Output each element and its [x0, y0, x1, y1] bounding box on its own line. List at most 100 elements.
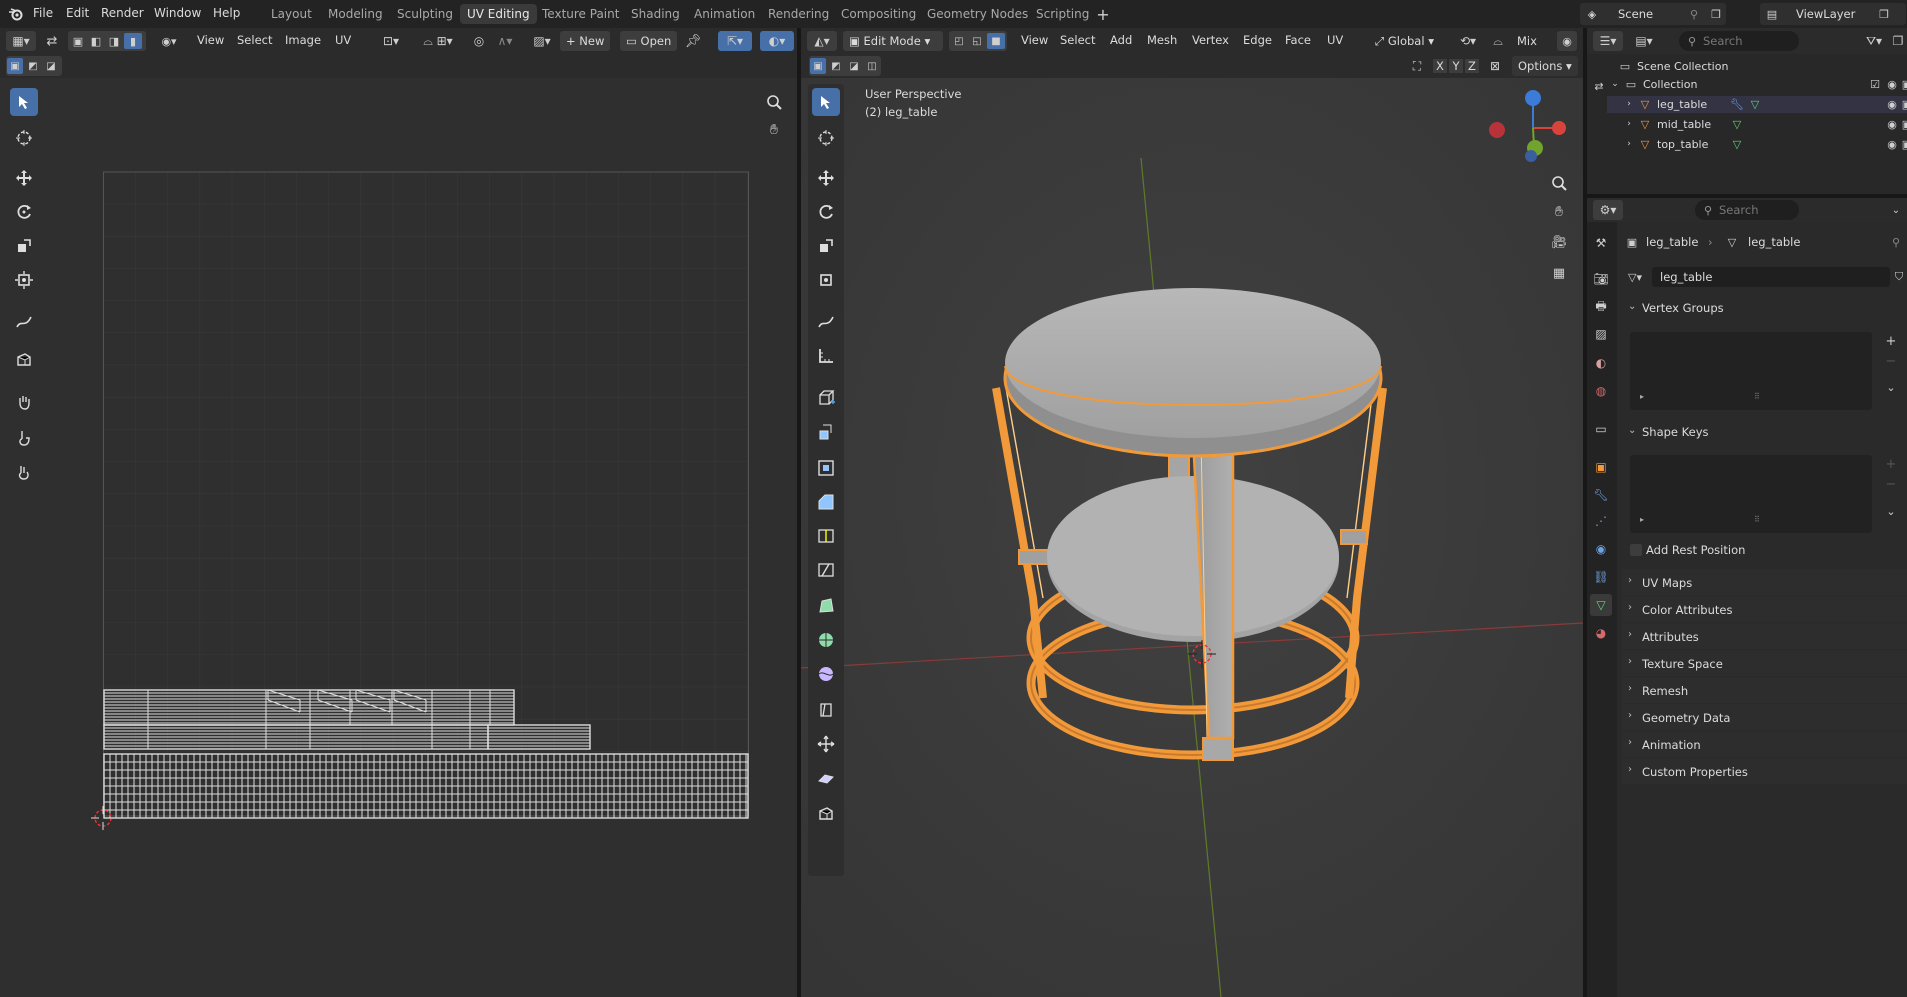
remove-vertex-group-icon[interactable]: −	[1882, 352, 1900, 370]
snap-mix-selector[interactable]: Mix ▾	[1511, 31, 1551, 68]
tab-modeling[interactable]: Modeling	[321, 4, 390, 24]
tool-tab-icon[interactable]: ⚒	[1590, 232, 1612, 254]
outliner-row-top-table[interactable]: › ▽ top_table ▽ ◉ ▣	[1607, 136, 1907, 153]
mirror-icon[interactable]: ⛶	[1407, 56, 1427, 76]
vp-scale-tool-icon[interactable]	[812, 232, 840, 260]
expand-top-table-icon[interactable]: ›	[1621, 136, 1637, 152]
properties-search-input[interactable]: ⚲ Search	[1695, 200, 1799, 220]
vp-bevel-tool-icon[interactable]	[812, 488, 840, 516]
menu-3d-view[interactable]: View	[1021, 33, 1048, 47]
vp-edge-slide-tool-icon[interactable]	[812, 696, 840, 724]
viewport-selection-mode-group[interactable]: ▣ ◩ ◪ ◫	[809, 56, 881, 76]
vp-move-tool-icon[interactable]	[812, 164, 840, 192]
outliner-row-leg-table[interactable]: › ▽ leg_table 🔧︎ ▽ ◉ ▣	[1607, 96, 1907, 113]
menu-help[interactable]: Help	[213, 6, 240, 20]
tab-scripting[interactable]: Scripting	[1029, 4, 1096, 24]
panel-geometry-data[interactable]: › Geometry Data	[1622, 704, 1907, 730]
scene-selector[interactable]: ◈ Scene ⚲ ❐	[1580, 3, 1726, 25]
physics-tab-icon[interactable]: ◉	[1590, 538, 1612, 560]
camera-view-icon[interactable]: 🎥︎	[1548, 231, 1570, 253]
menu-uv-select[interactable]: Select	[237, 33, 272, 47]
snap-icon[interactable]: ⌓ ⊞▾	[412, 31, 464, 51]
orientation-selector[interactable]: ⤢ Global ▾	[1369, 31, 1441, 51]
vp-annotate-tool-icon[interactable]	[812, 308, 840, 336]
island-select-icon[interactable]: ▮	[124, 33, 142, 49]
new-image-button[interactable]: + New	[560, 31, 611, 51]
menu-uv-image[interactable]: Image	[285, 33, 321, 47]
expand-leg-table-icon[interactable]: ›	[1621, 96, 1637, 112]
outliner-search-input[interactable]: ⚲ Search	[1679, 31, 1799, 51]
panel-attributes[interactable]: › Attributes	[1622, 623, 1907, 649]
vp-measure-tool-icon[interactable]	[812, 342, 840, 370]
menu-3d-uv[interactable]: UV	[1327, 33, 1343, 47]
remove-shape-key-icon[interactable]: −	[1882, 475, 1900, 493]
tab-animation[interactable]: Animation	[687, 4, 762, 24]
mesh-data-icon[interactable]: ▽	[1747, 96, 1763, 112]
pivot-icon[interactable]: ⊡▾	[378, 31, 404, 51]
menu-uv-view[interactable]: View	[197, 33, 224, 47]
object-tab-icon[interactable]: ▣	[1590, 456, 1612, 478]
modifiers-tab-icon[interactable]: 🔧︎	[1590, 484, 1612, 506]
panel-remesh[interactable]: › Remesh	[1622, 677, 1907, 703]
add-rest-position-row[interactable]: Add Rest Position	[1630, 541, 1900, 559]
leg-table-eye-icon[interactable]: ◉	[1885, 97, 1899, 111]
collection-visibility-eye-icon[interactable]: ◉	[1885, 77, 1899, 91]
expand-collection-icon[interactable]: ⌄	[1607, 76, 1623, 92]
vp-shrink-fatten-tool-icon[interactable]	[812, 730, 840, 758]
vp-extrude-tool-icon[interactable]	[812, 418, 840, 446]
vertex-select-icon[interactable]: ▣	[70, 33, 86, 49]
sticky-select-icon[interactable]: ◉▾	[152, 31, 186, 51]
uv-selection-mode-group[interactable]: ▣ ◩ ◪	[6, 56, 62, 76]
editor-type-icon[interactable]: ▦▾	[6, 31, 36, 51]
collection-tab-icon[interactable]: ▭	[1590, 418, 1612, 440]
vp-select-box-tool-icon[interactable]	[812, 88, 840, 116]
auto-merge-icon[interactable]: ⊠	[1485, 56, 1505, 76]
list-resize-grip-icon[interactable]: ⠿	[1754, 392, 1760, 401]
outliner-row-mid-table[interactable]: › ▽ mid_table ▽ ◉ ▣	[1607, 116, 1907, 133]
menu-3d-vertex[interactable]: Vertex	[1192, 33, 1229, 47]
proportional-edit-icon[interactable]: ◎	[470, 31, 488, 51]
viewport-subtract-selection-icon[interactable]: ◪	[846, 58, 862, 74]
proportional-edit-toggle-icon[interactable]: ◉	[1557, 31, 1577, 51]
mesh-browse-icon[interactable]: ▽▾	[1624, 269, 1646, 285]
viewport-intersect-selection-icon[interactable]: ◫	[864, 58, 880, 74]
mid-table-camera-icon[interactable]: ▣	[1900, 117, 1907, 131]
outliner-sync-icon[interactable]: ⇄	[1591, 78, 1607, 94]
menu-3d-edge[interactable]: Edge	[1243, 33, 1272, 47]
pin-icon[interactable]: ⚲	[1686, 6, 1702, 22]
menu-3d-mesh[interactable]: Mesh	[1147, 33, 1177, 47]
scene-tab-icon[interactable]: ◐	[1590, 352, 1612, 374]
edge-select-icon[interactable]: ◧	[88, 33, 104, 49]
add-rest-position-checkbox[interactable]	[1630, 544, 1642, 556]
panel-custom-properties[interactable]: › Custom Properties	[1622, 758, 1907, 784]
top-table-camera-icon[interactable]: ▣	[1900, 137, 1907, 151]
filter-icon[interactable]: ⛛▾	[1859, 31, 1889, 51]
mirror-z-toggle[interactable]: Z	[1465, 59, 1479, 73]
tab-texture-paint[interactable]: Texture Paint	[535, 4, 626, 24]
vertex-mode-icon[interactable]: ◰	[951, 33, 967, 49]
viewport-set-selection-icon[interactable]: ▣	[810, 58, 826, 74]
image-browse-icon[interactable]: ▨▾	[528, 31, 556, 51]
subtract-selection-icon[interactable]: ◪	[43, 58, 59, 74]
breadcrumb-pin-icon[interactable]: ⚲	[1888, 234, 1904, 250]
display-mode-icon[interactable]: ▤▾	[1629, 31, 1659, 51]
tab-geometry-nodes[interactable]: Geometry Nodes	[920, 4, 1035, 24]
vertex-groups-list[interactable]: ▸ ⠿	[1630, 332, 1872, 410]
tab-layout[interactable]: Layout	[264, 4, 319, 24]
tab-shading[interactable]: Shading	[624, 4, 687, 24]
gizmo-toggle-icon[interactable]: ⇱▾	[718, 31, 752, 51]
add-workspace-icon[interactable]: +	[1094, 5, 1112, 24]
add-shape-key-icon[interactable]: +	[1882, 455, 1900, 473]
panel-uv-maps[interactable]: › UV Maps	[1622, 569, 1907, 595]
menu-uv-uv[interactable]: UV	[335, 33, 351, 47]
vertex-groups-panel-header[interactable]: ⌄ Vertex Groups	[1622, 296, 1907, 320]
material-tab-icon[interactable]: ◕	[1590, 622, 1612, 644]
mirror-x-toggle[interactable]: X	[1433, 59, 1447, 73]
set-selection-icon[interactable]: ▣	[7, 58, 23, 74]
edge-mode-icon[interactable]: ◱	[969, 33, 985, 49]
options-dropdown[interactable]: Options ▾	[1512, 56, 1578, 76]
face-select-icon[interactable]: ◨	[106, 33, 122, 49]
menu-3d-face[interactable]: Face	[1285, 33, 1311, 47]
tab-rendering[interactable]: Rendering	[761, 4, 836, 24]
menu-3d-add[interactable]: Add	[1110, 33, 1132, 47]
